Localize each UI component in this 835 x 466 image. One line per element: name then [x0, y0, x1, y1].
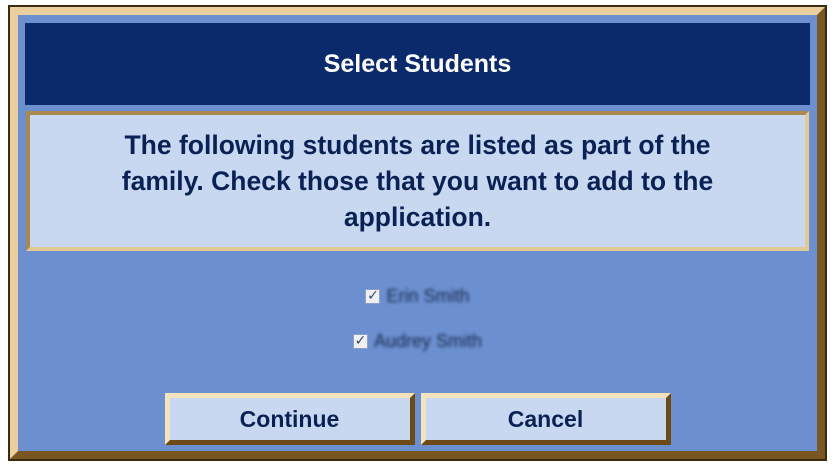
cancel-button[interactable]: Cancel: [420, 393, 671, 445]
select-students-dialog: Select Students The following students a…: [10, 7, 825, 459]
student-option[interactable]: ✓ Erin Smith: [365, 283, 470, 309]
student-option[interactable]: ✓ Audrey Smith: [352, 328, 483, 354]
dialog-title: Select Students: [25, 23, 810, 105]
student-name: Erin Smith: [386, 285, 470, 306]
student-name: Audrey Smith: [373, 330, 483, 351]
student-checkbox[interactable]: ✓: [352, 333, 368, 349]
student-checkbox[interactable]: ✓: [365, 288, 381, 304]
instruction-panel: The following students are listed as par…: [26, 111, 809, 251]
instruction-text: The following students are listed as par…: [121, 130, 714, 232]
dialog-buttons: Continue Cancel: [18, 393, 817, 445]
student-list: ✓ Erin Smith ✓ Audrey Smith: [18, 283, 817, 373]
continue-button[interactable]: Continue: [164, 393, 415, 445]
